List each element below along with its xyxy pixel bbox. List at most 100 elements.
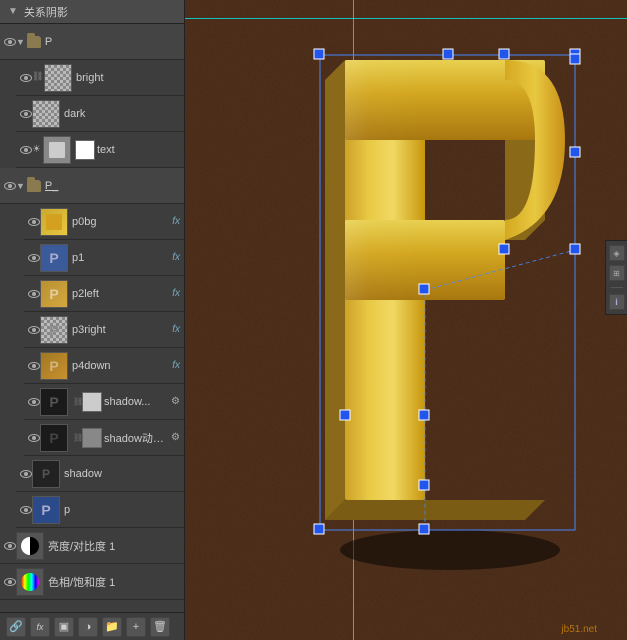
visibility-icon[interactable] (28, 434, 40, 442)
new-group-button[interactable]: 📁 (102, 617, 122, 637)
layer-p3right[interactable]: P p3right fx (24, 312, 184, 348)
layer-thumbnail: P (40, 244, 68, 272)
layer-name: p3right (72, 324, 168, 336)
layer-name: shadow (64, 468, 180, 480)
layer-dark[interactable]: dark (16, 96, 184, 132)
layer-name: p2left (72, 288, 168, 300)
visibility-icon[interactable] (20, 110, 32, 118)
fx-badge: fx (172, 252, 180, 263)
mini-divider (611, 287, 623, 288)
panel-header: ▼ 关系阴影 (0, 0, 184, 24)
layer-thumbnail: P (40, 280, 68, 308)
layer-p1[interactable]: P p1 fx (24, 240, 184, 276)
new-adjustment-button[interactable]: ◑ (78, 617, 98, 637)
layer-name: shadow... (104, 396, 169, 408)
mini-btn-1[interactable]: ◈ (609, 245, 625, 261)
panel-title: 关系阴影 (24, 4, 68, 20)
visibility-icon[interactable] (28, 398, 40, 406)
visibility-icon[interactable] (20, 146, 32, 154)
layer-name: p0bg (72, 216, 168, 228)
mask-thumbnail (82, 428, 102, 448)
visibility-icon[interactable] (28, 254, 40, 262)
visibility-icon[interactable] (28, 290, 40, 298)
layer-p-solo[interactable]: P p (16, 492, 184, 528)
layer-group-p-inner[interactable]: ▼ P_ (0, 168, 184, 204)
visibility-icon[interactable] (28, 326, 40, 334)
chain-icon: ⛓ (73, 433, 81, 442)
layer-thumbnail (43, 136, 71, 164)
layer-name: p4down (72, 360, 168, 372)
layer-scroll-area[interactable]: ▼ P ⛓ bright dark ☀ text (0, 24, 184, 612)
mask-thumbnail (82, 392, 102, 412)
visibility-icon[interactable] (4, 578, 16, 586)
visibility-icon[interactable] (4, 542, 16, 550)
mask-thumbnail (75, 140, 95, 160)
group-expand-arrow[interactable]: ▼ (16, 37, 25, 47)
layer-p0bg[interactable]: p0bg fx (24, 204, 184, 240)
layer-thumbnail: P (40, 424, 68, 452)
mini-btn-info[interactable]: i (609, 294, 625, 310)
adjustment-thumbnail (16, 532, 44, 560)
visibility-icon[interactable] (28, 218, 40, 226)
chain-icon: ⛓ (73, 397, 81, 406)
layer-thumbnail (40, 208, 68, 236)
group-expand-arrow[interactable]: ▼ (16, 181, 25, 191)
visibility-icon[interactable] (4, 182, 16, 190)
add-style-button[interactable]: fx (30, 617, 50, 637)
layer-name: p1 (72, 252, 168, 264)
layer-bright[interactable]: ⛓ bright (16, 60, 184, 96)
gear-icon: ⚙ (171, 396, 180, 407)
layer-name: shadow动感... (104, 430, 169, 446)
gear-icon: ⚙ (171, 432, 180, 443)
layer-name: bright (76, 72, 180, 84)
canvas-area: ◈ ⊞ i jb51.net (185, 0, 627, 640)
link-layers-button[interactable]: 🔗 (6, 617, 26, 637)
layer-name: text (97, 144, 180, 156)
selection-handles-svg (265, 20, 605, 580)
link-icon: ⛓ (32, 71, 42, 85)
layer-name: 亮度/对比度 1 (48, 538, 180, 554)
folder-icon (27, 180, 41, 192)
layer-shadow-mask[interactable]: P ⛓ shadow... ⚙ (24, 384, 184, 420)
layer-shadow-motion[interactable]: P ⛓ shadow动感... ⚙ (24, 420, 184, 456)
layer-name: 色相/饱和度 1 (48, 574, 180, 590)
layer-name: p (64, 504, 180, 516)
panel-bottom-toolbar: 🔗 fx ▣ ◑ 📁 + 🗑 (0, 612, 184, 640)
visibility-icon[interactable] (28, 362, 40, 370)
layer-thumbnail: P (40, 316, 68, 344)
layer-text[interactable]: ☀ text (16, 132, 184, 168)
folder-icon (27, 36, 41, 48)
layer-thumbnail (44, 64, 72, 92)
fx-badge: fx (172, 360, 180, 371)
layer-thumbnail: P (32, 460, 60, 488)
layer-thumbnail: P (32, 496, 60, 524)
visibility-icon[interactable] (4, 38, 16, 46)
side-mini-panel: ◈ ⊞ i (605, 240, 627, 315)
layer-thumbnail (32, 100, 60, 128)
delete-layer-button[interactable]: 🗑 (150, 617, 170, 637)
adjustment-thumbnail (16, 568, 44, 596)
layer-p2left[interactable]: P p2left fx (24, 276, 184, 312)
layer-hue-adjustment[interactable]: 色相/饱和度 1 (0, 564, 184, 600)
panel-collapse-arrow[interactable]: ▼ (8, 6, 18, 17)
visibility-icon[interactable] (20, 470, 32, 478)
fx-badge: fx (172, 288, 180, 299)
visibility-icon[interactable] (20, 506, 32, 514)
layer-thumbnail: P (40, 388, 68, 416)
visibility-icon[interactable] (20, 74, 32, 82)
layer-brightness-adjustment[interactable]: 亮度/对比度 1 (0, 528, 184, 564)
add-mask-button[interactable]: ▣ (54, 617, 74, 637)
layer-name: dark (64, 108, 180, 120)
fx-badge: fx (172, 216, 180, 227)
layer-shadow[interactable]: P shadow (16, 456, 184, 492)
layer-thumbnail: P (40, 352, 68, 380)
guide-horizontal-top (185, 18, 627, 19)
layer-p4down[interactable]: P p4down fx (24, 348, 184, 384)
new-layer-button[interactable]: + (126, 617, 146, 637)
mini-btn-2[interactable]: ⊞ (609, 265, 625, 281)
layers-panel: ▼ 关系阴影 ▼ P ⛓ bright dark ☀ (0, 0, 185, 640)
sun-icon: ☀ (32, 144, 41, 155)
layer-group-p-top[interactable]: ▼ P (0, 24, 184, 60)
watermark: jb51.net (561, 624, 597, 635)
layer-name: P_ (45, 180, 180, 192)
